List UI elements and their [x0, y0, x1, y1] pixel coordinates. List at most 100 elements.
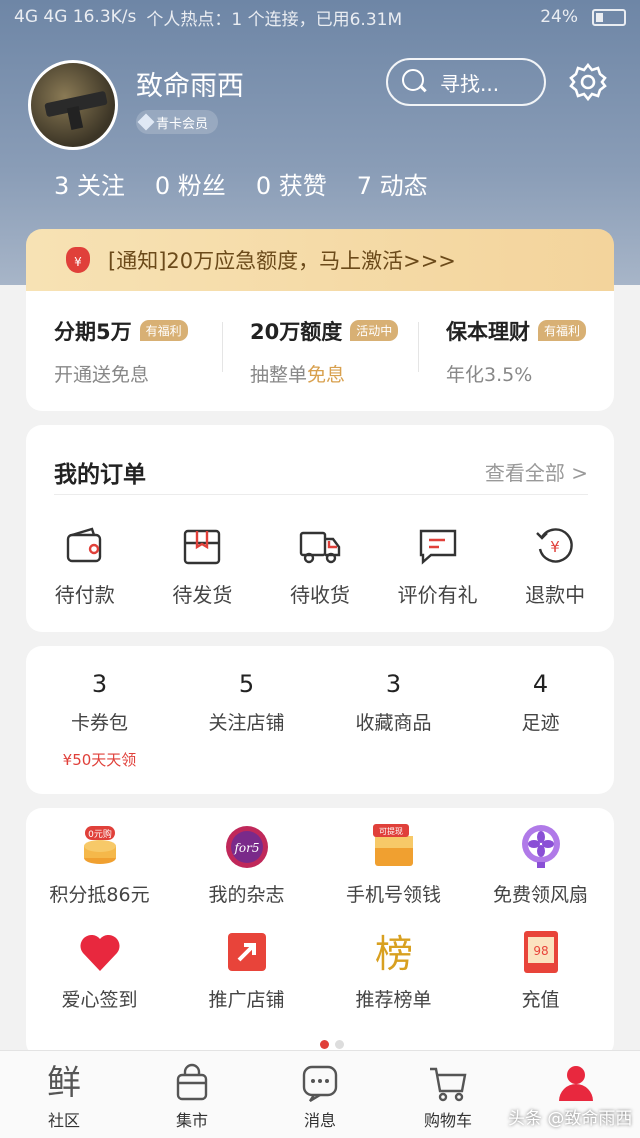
tool-recharge[interactable]: 98 充值	[467, 929, 614, 1012]
comment-icon	[419, 529, 456, 565]
finance-item-installment[interactable]: 分期5万 有福利 开通送免息	[26, 316, 222, 387]
tool-label: 推广店铺	[208, 989, 285, 1011]
stat-fans[interactable]: 0 粉丝	[155, 166, 226, 201]
order-label: 待收货	[289, 583, 350, 607]
package-icon	[184, 529, 221, 565]
tool-label: 积分抵86元	[49, 884, 150, 906]
asset-count: 5	[238, 670, 255, 698]
finance-tag: 活动中	[350, 320, 399, 341]
order-pending-receipt[interactable]: 待收货	[261, 525, 379, 608]
tool-label: 充值	[521, 989, 560, 1011]
wallet-icon	[66, 527, 101, 563]
stat-likes[interactable]: 0 获赞	[256, 166, 327, 201]
tool-label: 爱心签到	[61, 989, 138, 1011]
order-label: 评价有礼	[397, 583, 478, 607]
tool-label: 我的杂志	[208, 884, 285, 906]
fresh-glyph-icon: 鲜	[47, 1063, 81, 1103]
page-dot	[320, 1040, 329, 1049]
order-label: 待付款	[54, 583, 115, 607]
tool-free-fan[interactable]: 免费领风扇	[467, 824, 614, 907]
tool-ranking[interactable]: 榜 推荐榜单	[320, 929, 467, 1012]
search-placeholder: 寻找...	[440, 71, 500, 96]
orders-card: 我的订单 查看全部 > 待付款 待发货 待收货 评价有礼 ¥ 退款中	[26, 425, 614, 632]
user-icon	[559, 1066, 593, 1101]
tab-cart[interactable]: 购物车	[384, 1051, 512, 1138]
stat-following[interactable]: 3 关注	[54, 166, 125, 201]
order-label: 退款中	[525, 583, 586, 607]
tab-market[interactable]: 集市	[128, 1051, 256, 1138]
red-envelope-icon: 可提现	[372, 824, 413, 866]
asset-count: 4	[532, 670, 549, 698]
page-indicator	[320, 1040, 344, 1049]
chat-bubble-icon	[302, 1065, 338, 1103]
asset-followed-shops[interactable]: 5 关注店铺	[173, 646, 320, 794]
search-button[interactable]: 寻找...	[386, 58, 546, 106]
asset-label: 关注店铺	[208, 712, 285, 734]
notice-text: [通知]20万应急额度，马上激活>>>	[108, 249, 456, 273]
asset-label: 足迹	[521, 712, 560, 734]
svg-text:¥: ¥	[550, 538, 560, 556]
order-pending-payment[interactable]: 待付款	[26, 525, 144, 608]
share-arrow-icon	[227, 933, 266, 971]
page-dot	[335, 1040, 344, 1049]
asset-label: 收藏商品	[355, 712, 432, 734]
fan-icon	[521, 825, 560, 868]
tab-label: 社区	[47, 1111, 80, 1130]
asset-footprints[interactable]: 4 足迹	[467, 646, 614, 794]
stat-posts[interactable]: 7 动态	[357, 166, 428, 201]
tool-label: 推荐榜单	[355, 989, 432, 1011]
hotspot-status: 个人热点：1 个连接，已用6.31M	[146, 9, 403, 30]
refund-icon: ¥	[536, 528, 573, 563]
cart-icon	[430, 1067, 467, 1102]
tool-promote-shop[interactable]: 推广店铺	[173, 929, 320, 1012]
tool-icon-text: 榜	[374, 932, 412, 975]
avatar[interactable]	[28, 60, 118, 150]
coin-stack-icon: 0元购	[83, 826, 116, 864]
tool-phone-cash[interactable]: 可提现 手机号领钱	[320, 824, 467, 907]
magazine-icon: for5	[225, 826, 268, 868]
search-icon	[402, 69, 428, 95]
asset-favorites[interactable]: 3 收藏商品	[320, 646, 467, 794]
finance-tag: 有福利	[538, 320, 587, 341]
finance-item-wealth[interactable]: 保本理财 有福利 年化3.5%	[418, 316, 614, 387]
tool-checkin[interactable]: 爱心签到	[26, 929, 173, 1012]
diamond-icon	[137, 113, 155, 131]
vip-badge[interactable]: 青卡会员	[136, 110, 219, 134]
order-label: 待发货	[172, 583, 233, 607]
finance-subtitle: 年化3.5%	[446, 360, 614, 387]
tool-icon-text: for5	[233, 841, 259, 855]
truck-icon	[299, 531, 341, 564]
order-review[interactable]: 评价有礼	[379, 525, 497, 608]
finance-tag: 有福利	[139, 320, 188, 341]
tab-community[interactable]: 鲜 社区	[0, 1051, 128, 1138]
order-refunding[interactable]: ¥ 退款中	[496, 525, 614, 608]
tool-magazine[interactable]: for5 我的杂志	[173, 824, 320, 907]
shopping-bag-icon	[176, 1063, 208, 1101]
tool-label: 免费领风扇	[492, 884, 588, 906]
watermark: 头条 @致命雨西	[508, 1109, 633, 1129]
gear-icon[interactable]	[568, 62, 608, 102]
tool-label: 手机号领钱	[345, 884, 441, 906]
recharge-card-icon: 98	[523, 931, 558, 973]
asset-coupons[interactable]: 3 卡券包 ¥50天天领	[26, 646, 173, 794]
tab-label: 集市	[175, 1111, 208, 1130]
orders-title: 我的订单	[54, 462, 146, 488]
finance-card: 分期5万 有福利 开通送免息 20万额度 活动中 抽整单免息 保本理财 有福利 年化3…	[26, 291, 614, 411]
assets-card: 3 卡券包 ¥50天天领 5 关注店铺 3 收藏商品 4 足迹	[26, 646, 614, 794]
finance-sub-highlight: 免息	[307, 363, 346, 386]
divider	[54, 494, 588, 495]
tools-card: 0元购 积分抵86元 for5 我的杂志 可提现 手机号领钱 免费领风扇 爱心签…	[26, 808, 614, 1058]
order-pending-shipment[interactable]: 待发货	[144, 525, 262, 608]
tab-messages[interactable]: 消息	[256, 1051, 384, 1138]
tool-points[interactable]: 0元购 积分抵86元	[26, 824, 173, 907]
finance-item-credit[interactable]: 20万额度 活动中 抽整单免息	[222, 316, 418, 387]
notice-banner[interactable]: ¥ [通知]20万应急额度，马上激活>>>	[26, 229, 614, 291]
finance-sub-text: 开通送免息	[54, 363, 150, 386]
finance-sub-text: 年化3.5%	[446, 363, 533, 386]
battery-icon	[592, 8, 626, 26]
tool-icon-text: 0元购	[88, 828, 112, 840]
view-all-orders-link[interactable]: 查看全部 >	[485, 457, 588, 486]
asset-count: 3	[91, 670, 108, 698]
money-bag-icon: ¥	[66, 247, 90, 273]
tab-label: 购物车	[423, 1111, 472, 1130]
